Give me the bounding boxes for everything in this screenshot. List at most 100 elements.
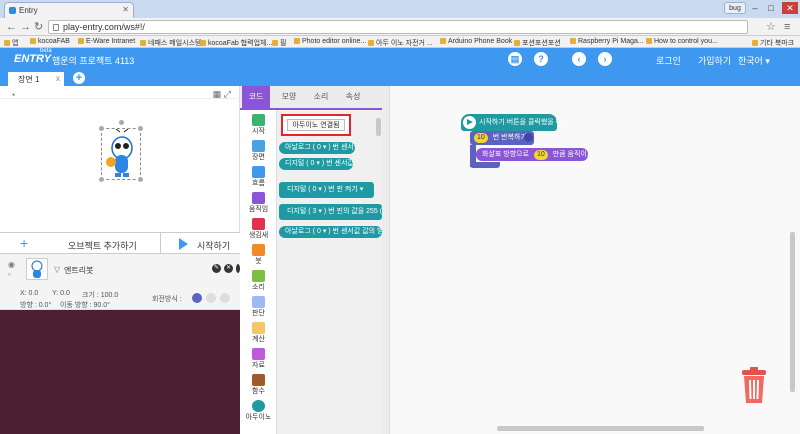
bookmark-item[interactable]: Photo editor online... xyxy=(294,38,366,45)
language-select[interactable]: 한국어 ▾ xyxy=(738,54,770,67)
tab-code[interactable]: 코드 xyxy=(242,86,270,108)
maximize-icon[interactable]: □ xyxy=(764,2,778,14)
entry-logo[interactable]: ENTRY xyxy=(14,53,51,65)
redo-icon[interactable]: › xyxy=(598,52,612,66)
scene-close-icon[interactable]: x xyxy=(56,74,60,83)
category-brush[interactable]: 붓 xyxy=(240,242,277,266)
file-menu-icon[interactable]: ▤ xyxy=(508,52,522,66)
folder-icon xyxy=(368,40,374,46)
resize-handle[interactable] xyxy=(138,177,143,182)
reload-icon[interactable]: ↻ xyxy=(34,21,43,33)
object-move-direction[interactable]: 이동 방향 : 90.0° xyxy=(60,300,110,310)
bookmark-item[interactable]: 포션포션포션 xyxy=(514,38,561,47)
resize-handle[interactable] xyxy=(138,126,143,131)
digital-pin-value-block[interactable]: 디지털 ( 3 ▾ ) 번 핀의 값을 255 (으)로 xyxy=(279,204,382,220)
menu-icon[interactable]: ≡ xyxy=(784,21,790,33)
bookmark-item[interactable]: E-Ware Intranet xyxy=(78,38,135,45)
category-judgement[interactable]: 판단 xyxy=(240,294,277,318)
rotate-handle[interactable] xyxy=(119,120,124,125)
repeat-block[interactable]: 10 번 반복하기 xyxy=(470,131,534,145)
when-start-clicked-block[interactable]: 시작하기 버튼을 클릭했을 때 xyxy=(461,114,562,131)
category-data[interactable]: 자료 xyxy=(240,346,277,370)
analog-range-block[interactable]: 아날로그 ( 0 ▾ ) 번 센서값 값의 범위 xyxy=(279,226,382,238)
category-label: 아두이노 xyxy=(245,414,272,421)
category-function[interactable]: 함수 xyxy=(240,372,277,396)
profile-button[interactable]: bug xyxy=(724,2,746,14)
rotate-horizontal-icon[interactable] xyxy=(206,293,216,303)
category-movement[interactable]: 움직임 xyxy=(240,190,277,214)
repeat-count[interactable]: 10 xyxy=(474,133,488,143)
entry-favicon-icon xyxy=(9,7,16,14)
resize-handle[interactable] xyxy=(99,126,104,131)
rotate-none-icon[interactable] xyxy=(220,293,230,303)
workspace-horizontal-scrollbar[interactable] xyxy=(497,426,704,431)
browser-tab[interactable]: Entry ✕ xyxy=(4,2,134,18)
analog-sensor-block[interactable]: 아날로그 ( 0 ▾ ) 번 센서값 xyxy=(279,142,355,154)
resize-handle[interactable] xyxy=(99,177,104,182)
login-link[interactable]: 로그인 xyxy=(656,54,681,67)
project-title[interactable]: 햄운의 프로젝트 4113 xyxy=(52,54,134,67)
repeat-loop-icon xyxy=(524,133,533,142)
category-sound[interactable]: 소리 xyxy=(240,268,277,292)
edit-object-icon[interactable]: ✎ xyxy=(212,264,221,273)
browser-tab-strip: Entry ✕ bug – □ ✕ xyxy=(0,0,800,18)
bookmark-item[interactable]: kocoaFAB xyxy=(30,38,70,45)
bookmark-star-icon[interactable]: ☆ xyxy=(766,21,776,33)
workspace-vertical-scrollbar[interactable] xyxy=(790,232,795,392)
category-scene[interactable]: 장면 xyxy=(240,138,277,162)
object-y[interactable]: Y: 0.0 xyxy=(52,290,70,297)
start-button[interactable]: 시작하기 xyxy=(160,233,240,255)
help-icon[interactable]: ? xyxy=(534,52,548,66)
digital-pin-on-block[interactable]: 디지털 ( 0 ▾ ) 번 핀 켜기 ▾ xyxy=(279,182,374,198)
brush-icon xyxy=(252,244,265,256)
add-object-button[interactable]: + 오브젝트 추가하기 xyxy=(0,233,160,255)
close-tab-icon[interactable]: ✕ xyxy=(122,5,129,14)
tab-sound[interactable]: 소리 xyxy=(306,86,336,108)
tab-shape[interactable]: 모양 xyxy=(274,86,304,108)
stage-canvas[interactable]: ◔ ▦ ⤢ xyxy=(0,86,240,232)
delete-object-icon[interactable]: ✕ xyxy=(224,264,233,273)
category-calc[interactable]: 계산 xyxy=(240,320,277,344)
digital-sensor-block[interactable]: 디지털 ( 0 ▾ ) 번 센서값 xyxy=(279,158,353,170)
back-icon[interactable]: ← xyxy=(6,21,17,33)
object-size[interactable]: 크기 : 100.0 xyxy=(82,290,118,300)
category-looks[interactable]: 생김새 xyxy=(240,216,277,240)
entrybot-sprite[interactable] xyxy=(99,120,143,182)
minimize-icon[interactable]: – xyxy=(748,2,762,14)
signup-link[interactable]: 가입하기 xyxy=(698,54,731,67)
bookmark-item[interactable]: kocoaFab 협력업체... xyxy=(200,38,272,47)
object-direction[interactable]: 방향 : 0.0° xyxy=(20,300,51,310)
object-x[interactable]: X: 0.0 xyxy=(20,290,38,297)
expand-chevron-icon[interactable]: ▽ xyxy=(54,265,60,274)
object-name[interactable]: 엔트리봇 xyxy=(64,265,93,276)
arduino-connect-button[interactable]: 아두이노 연결됨 xyxy=(287,119,345,131)
lock-icon[interactable]: ▫ xyxy=(8,270,11,279)
trash-icon[interactable] xyxy=(738,367,770,405)
tab-properties[interactable]: 속성 xyxy=(338,86,368,108)
close-window-icon[interactable]: ✕ xyxy=(782,2,798,14)
move-count[interactable]: 10 xyxy=(533,150,548,160)
category-arduino[interactable]: 아두이노 xyxy=(240,398,277,422)
move-direction-block[interactable]: 화살표 방향으로 10 만큼 움직이기 xyxy=(476,148,593,161)
bookmark-item[interactable]: 앱 xyxy=(4,38,18,47)
arduino-connect-highlight: 아두이노 연결됨 xyxy=(281,114,351,136)
bookmark-item[interactable]: Raspberry Pi Maga... xyxy=(570,38,644,45)
rotate-free-icon[interactable] xyxy=(192,293,202,303)
forward-icon[interactable]: → xyxy=(20,21,31,33)
url-input[interactable]: play-entry.com/ws#!/ xyxy=(48,20,748,34)
function-box-icon xyxy=(252,374,265,386)
scene-tab[interactable]: 장면 1 x xyxy=(8,72,64,86)
add-scene-button[interactable]: + xyxy=(73,72,85,84)
bookmark-item[interactable]: 기타 북마크 xyxy=(752,38,794,47)
bookmark-item[interactable]: How to control you... xyxy=(646,38,718,45)
category-flow[interactable]: 흐름 xyxy=(240,164,277,188)
bookmark-item[interactable]: 필 xyxy=(272,38,286,47)
category-start[interactable]: 시작 xyxy=(240,112,277,136)
bookmark-item[interactable]: 네패스 메일시스템 xyxy=(140,38,201,47)
undo-icon[interactable]: ‹ xyxy=(572,52,586,66)
bookmark-item[interactable]: Arduino Phone Book xyxy=(440,38,512,45)
visibility-icon[interactable]: ◉ xyxy=(8,260,15,269)
palette-scrollbar[interactable] xyxy=(376,118,381,136)
bookmark-item[interactable]: 아두 이노 자전거 ... xyxy=(368,38,433,47)
beta-label: beta xyxy=(40,48,52,54)
